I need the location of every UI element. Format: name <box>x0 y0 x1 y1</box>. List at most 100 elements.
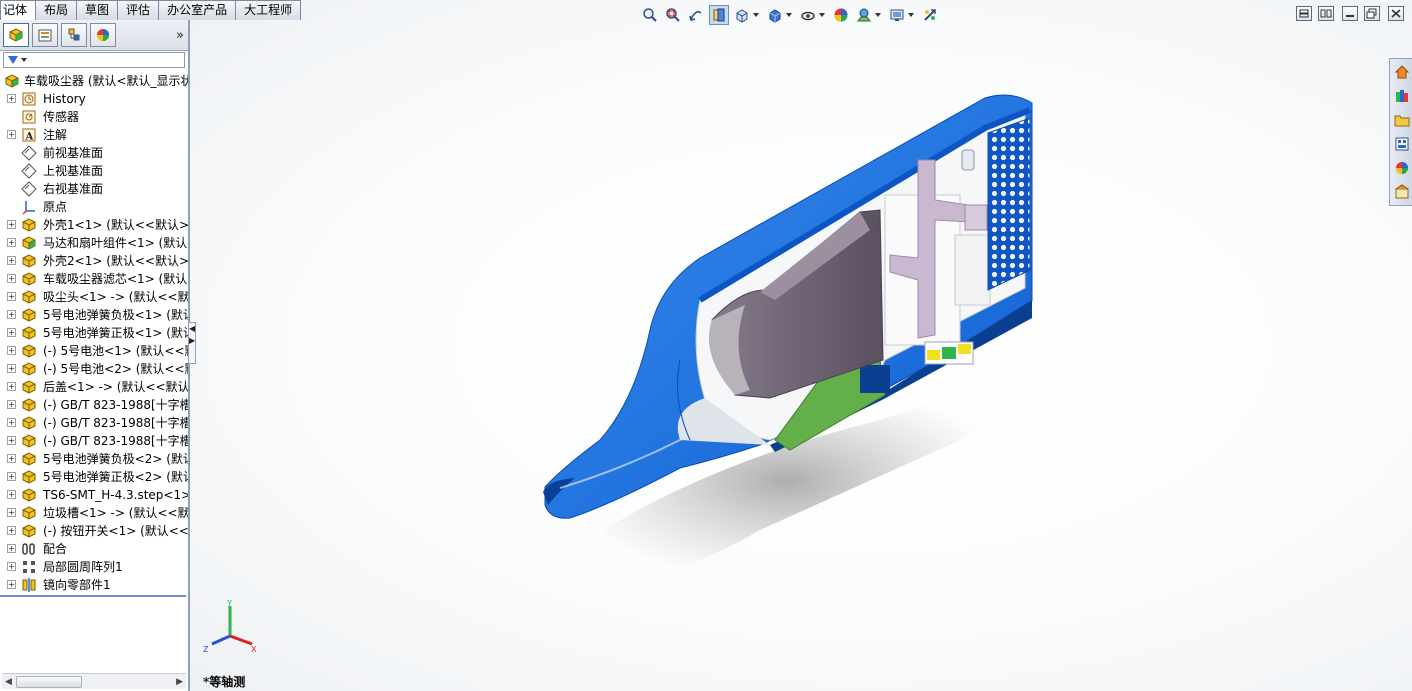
tree-item[interactable]: 上视基准面 <box>0 162 188 180</box>
view-orientation-icon[interactable] <box>732 5 752 25</box>
section-view-icon[interactable] <box>709 5 729 25</box>
expand-toggle-icon[interactable]: + <box>7 364 16 373</box>
tile-horizontal-icon[interactable] <box>1296 6 1312 21</box>
hide-show-items-icon[interactable] <box>798 5 818 25</box>
propertymanager-tab[interactable] <box>32 23 58 47</box>
tree-item[interactable]: + 配合 <box>0 540 188 558</box>
tree-item[interactable]: +5号电池弹簧负极<1> (默认 <box>0 306 188 324</box>
zoom-to-fit-icon[interactable] <box>640 5 660 25</box>
display-style-dropdown[interactable] <box>786 13 792 17</box>
tree-item[interactable]: + TS6-SMT_H-4.3.step<1> <box>0 486 188 504</box>
appearances-icon[interactable] <box>1392 158 1412 178</box>
tree-item[interactable]: + 局部圆周阵列1 <box>0 558 188 576</box>
tree-item[interactable]: + 外壳1<1> (默认<<默认>_ <box>0 216 188 234</box>
tree-item[interactable]: + 镜向零部件1 <box>0 576 188 594</box>
expand-toggle-icon[interactable]: + <box>7 490 16 499</box>
apply-scene-icon[interactable] <box>854 5 874 25</box>
expand-toggle-icon[interactable]: + <box>7 526 16 535</box>
file-explorer-icon[interactable] <box>1392 110 1412 130</box>
close-icon[interactable] <box>1388 6 1404 21</box>
tree-item[interactable]: +5号电池弹簧负极<2> (默认 <box>0 450 188 468</box>
solidworks-resources-icon[interactable] <box>1392 62 1412 82</box>
expand-toggle-icon[interactable]: + <box>7 562 16 571</box>
hide-show-items-dropdown[interactable] <box>819 13 825 17</box>
tree-item[interactable]: + 吸尘头<1> -> (默认<<默认 <box>0 288 188 306</box>
configurationmanager-tab[interactable] <box>61 23 87 47</box>
restore-icon[interactable] <box>1364 6 1380 21</box>
tree-item[interactable]: 传感器 <box>0 108 188 126</box>
previous-view-icon[interactable] <box>686 5 706 25</box>
scroll-right-icon[interactable]: ▶ <box>176 677 183 687</box>
expand-toggle-icon[interactable]: + <box>7 382 16 391</box>
expand-toggle-icon[interactable]: + <box>7 310 16 319</box>
tree-item[interactable]: 前视基准面 <box>0 144 188 162</box>
tree-item[interactable]: 右视基准面 <box>0 180 188 198</box>
tree-item[interactable]: + 马达和扇叶组件<1> (默认< <box>0 234 188 252</box>
tree-item[interactable]: + 外壳2<1> (默认<<默认>_ <box>0 252 188 270</box>
view-settings-icon[interactable] <box>887 5 907 25</box>
expand-toggle-icon[interactable]: + <box>7 400 16 409</box>
expand-toggle-icon[interactable]: + <box>7 472 16 481</box>
tree-item[interactable]: +5号电池弹簧正极<2> (默认 <box>0 468 188 486</box>
tree-item[interactable]: + (-) 5号电池<1> (默认<<默 <box>0 342 188 360</box>
back-cover-grille[interactable] <box>987 117 1031 291</box>
minimize-icon[interactable] <box>1342 6 1358 21</box>
filter-icon <box>8 56 18 64</box>
tree-root-assembly[interactable]: 车载吸尘器 (默认<默认_显示状 <box>0 72 188 90</box>
tree-item[interactable]: +5号电池弹簧正极<1> (默认 <box>0 324 188 342</box>
tab-office-products[interactable]: 办公室产品 <box>158 0 237 20</box>
tree-item[interactable]: + (-) 5号电池<2> (默认<<默 <box>0 360 188 378</box>
tree-filter[interactable] <box>3 52 185 68</box>
expand-toggle-icon[interactable]: + <box>7 292 16 301</box>
tree-item[interactable]: + History <box>0 90 188 108</box>
custom-properties-icon[interactable] <box>1392 182 1412 202</box>
vacuum-cleaner-section-model[interactable] <box>190 0 1412 691</box>
tree-item[interactable]: + 车载吸尘器滤芯<1> (默认< <box>0 270 188 288</box>
expand-toggle-icon[interactable]: + <box>7 436 16 445</box>
expand-toggle-icon[interactable]: + <box>7 94 16 103</box>
tile-vertical-icon[interactable] <box>1318 6 1334 21</box>
expand-toggle-icon[interactable]: + <box>7 220 16 229</box>
tree-item[interactable]: + (-) GB/T 823-1988[十字槽 <box>0 432 188 450</box>
expand-toggle-icon[interactable]: + <box>7 580 16 589</box>
expand-toggle-icon[interactable]: + <box>7 256 16 265</box>
edit-appearance-icon[interactable] <box>831 5 851 25</box>
scroll-left-icon[interactable]: ◀ <box>5 677 12 687</box>
view-orientation-dropdown[interactable] <box>753 13 759 17</box>
expand-toggle-icon[interactable]: + <box>7 328 16 337</box>
horizontal-scrollbar[interactable]: ◀ ▶ <box>2 673 186 689</box>
zoom-to-area-icon[interactable] <box>663 5 683 25</box>
design-library-icon[interactable] <box>1392 86 1412 106</box>
expand-toggle-icon[interactable]: + <box>7 346 16 355</box>
tab-engineer[interactable]: 大工程师 <box>235 0 302 20</box>
tab-evaluate[interactable]: 评估 <box>117 0 160 20</box>
tree-item[interactable]: + 垃圾槽<1> -> (默认<<默认 <box>0 504 188 522</box>
panel-splitter-handle[interactable]: ◀ ▶ <box>188 322 196 364</box>
tree-item[interactable]: + (-) GB/T 823-1988[十字槽 <box>0 414 188 432</box>
graphics-area[interactable]: Y X Z <box>190 0 1412 691</box>
view-palette-icon[interactable] <box>1392 134 1412 154</box>
tree-item[interactable]: + A 注解 <box>0 126 188 144</box>
scrollbar-thumb[interactable] <box>16 676 82 688</box>
tree-item[interactable]: 原点 <box>0 198 188 216</box>
expand-toggle-icon[interactable]: + <box>7 508 16 517</box>
display-style-icon[interactable] <box>765 5 785 25</box>
expand-toggle-icon[interactable]: + <box>7 238 16 247</box>
rendering-icon[interactable] <box>920 5 940 25</box>
apply-scene-dropdown[interactable] <box>875 13 881 17</box>
tab-assembly[interactable]: 记体 <box>0 0 37 20</box>
view-settings-dropdown[interactable] <box>908 13 914 17</box>
tree-item[interactable]: + 后盖<1> -> (默认<<默认> <box>0 378 188 396</box>
expand-toggle-icon[interactable]: + <box>7 130 16 139</box>
tab-sketch[interactable]: 草图 <box>76 0 119 20</box>
tree-item[interactable]: + (-) 按钮开关<1> (默认<<默 <box>0 522 188 540</box>
expand-toggle-icon[interactable]: + <box>7 274 16 283</box>
expand-toggle-icon[interactable]: + <box>7 544 16 553</box>
featuremanager-tab[interactable] <box>3 23 29 47</box>
tab-layout[interactable]: 布局 <box>35 0 78 20</box>
panel-expand-chevron[interactable]: » <box>176 28 184 43</box>
expand-toggle-icon[interactable]: + <box>7 418 16 427</box>
displaymanager-tab[interactable] <box>90 23 116 47</box>
tree-item[interactable]: + (-) GB/T 823-1988[十字槽 <box>0 396 188 414</box>
expand-toggle-icon[interactable]: + <box>7 454 16 463</box>
